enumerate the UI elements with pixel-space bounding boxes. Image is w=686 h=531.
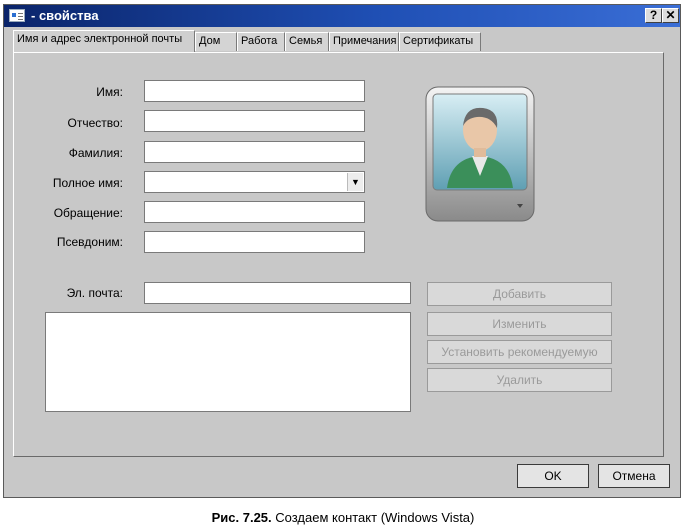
middle-name-label: Отчество:: [67, 116, 124, 130]
remove-email-button[interactable]: Удалить: [427, 368, 612, 392]
chevron-down-icon[interactable]: ▼: [347, 173, 363, 191]
tab-work[interactable]: Работа: [237, 32, 285, 51]
last-name-field[interactable]: [144, 141, 365, 163]
ok-button[interactable]: OK: [517, 464, 589, 488]
nickname-label: Псевдоним:: [56, 235, 123, 249]
contact-card-icon: [9, 9, 25, 22]
help-button[interactable]: ?: [645, 8, 662, 23]
email-list[interactable]: [45, 312, 411, 412]
tab-name-email[interactable]: Имя и адрес электронной почты: [13, 30, 195, 52]
figure-caption: Рис. 7.25. Создаем контакт (Windows Vist…: [0, 510, 686, 525]
close-button[interactable]: ✕: [662, 8, 679, 23]
first-name-field[interactable]: [144, 80, 365, 102]
last-name-label: Фамилия:: [68, 146, 123, 160]
figure-text: Создаем контакт (Windows Vista): [275, 510, 475, 525]
contact-avatar-icon[interactable]: [425, 86, 535, 222]
title-field[interactable]: [144, 201, 365, 223]
title-bar[interactable]: - свойства ? ✕: [4, 5, 680, 27]
cancel-button[interactable]: Отмена: [598, 464, 670, 488]
window-title: - свойства: [31, 8, 99, 23]
first-name-label: Имя:: [96, 85, 123, 99]
title-label: Обращение:: [53, 206, 123, 220]
tab-family[interactable]: Семья: [285, 32, 329, 51]
full-name-label: Полное имя:: [52, 176, 123, 190]
nickname-field[interactable]: [144, 231, 365, 253]
tab-notes[interactable]: Примечания: [329, 32, 399, 51]
middle-name-field[interactable]: [144, 110, 365, 132]
figure-number: Рис. 7.25.: [211, 510, 272, 525]
edit-email-button[interactable]: Изменить: [427, 312, 612, 336]
add-email-button[interactable]: Добавить: [427, 282, 612, 306]
email-field[interactable]: [144, 282, 411, 304]
tab-home[interactable]: Дом: [195, 32, 237, 51]
email-label: Эл. почта:: [66, 286, 123, 300]
tab-certificates[interactable]: Сертификаты: [399, 32, 481, 51]
full-name-combo[interactable]: ▼: [144, 171, 365, 193]
set-preferred-button[interactable]: Установить рекомендуемую: [427, 340, 612, 364]
